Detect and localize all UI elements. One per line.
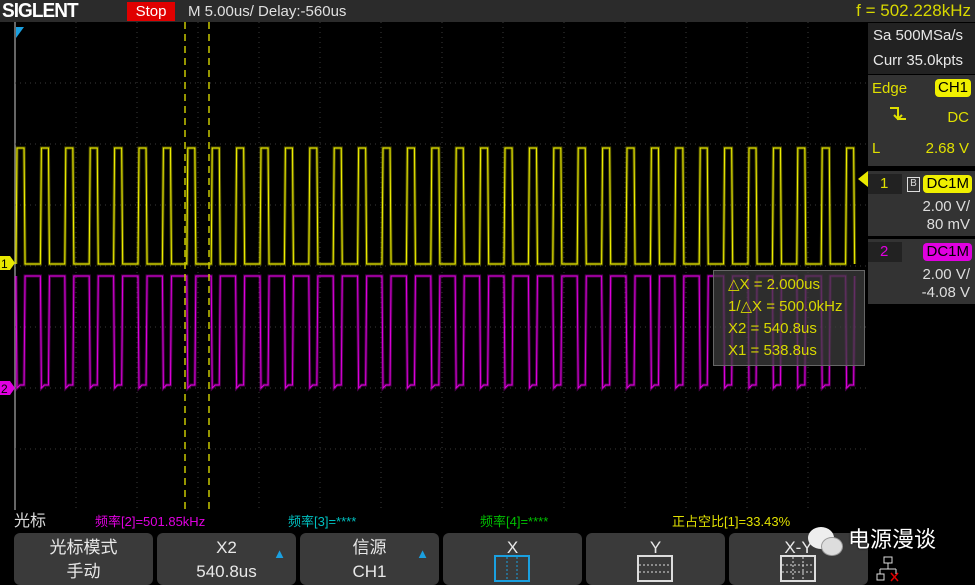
cursor-readout-box: △X = 2.000us 1/△X = 500.0kHz X2 = 540.8u…: [713, 270, 865, 366]
wechat-logo-icon: [808, 527, 848, 557]
memory-depth: Curr 35.0kpts: [873, 52, 964, 69]
bandwidth-limit-icon: B: [907, 177, 920, 192]
measure-freq2: 频率[2]=501.85kHz: [95, 514, 206, 529]
trigger-source-badge: CH1: [934, 79, 971, 97]
network-icon[interactable]: [876, 556, 900, 582]
ch1-waveform: [15, 147, 856, 265]
softkey-source[interactable]: 信源 CH1 ▲: [300, 533, 439, 585]
ch1-scale: 2.00 V/: [922, 198, 970, 215]
ch2-offset: -4.08 V: [921, 284, 970, 301]
ch1-offset: 80 mV: [926, 216, 970, 233]
falling-edge-icon: [890, 107, 906, 121]
inverse-delta-x: 1/△X = 500.0kHz: [728, 298, 843, 315]
trigger-coupling: DC: [947, 109, 969, 126]
timebase-readout[interactable]: M 5.00us/ Delay:-560us: [188, 2, 346, 21]
ch2-level-marker[interactable]: 2: [0, 381, 15, 396]
svg-text:1: 1: [1, 257, 8, 271]
trigger-type: Edge: [872, 80, 908, 97]
trigger-panel[interactable]: Edge CH1 DC L 2.68 V: [868, 74, 975, 166]
delta-x: △X = 2.000us: [728, 276, 821, 293]
trigger-level-marker[interactable]: [858, 171, 868, 187]
measure-freq3: 频率[3]=****: [288, 514, 357, 529]
adjust-arrow-icon: ▲: [416, 546, 429, 561]
ch2-panel[interactable]: 2 DC1M 2.00 V/ -4.08 V: [868, 238, 975, 304]
ch2-scale: 2.00 V/: [922, 266, 970, 283]
softkey-value: 540.8us: [196, 562, 257, 581]
softkey-value: CH1: [352, 562, 387, 581]
x2-value: X2 = 540.8us: [728, 320, 817, 337]
softkey-x2[interactable]: X2 540.8us ▲: [157, 533, 296, 585]
cursor-menu-label: 光标: [14, 513, 47, 530]
measure-freq4: 频率[4]=****: [480, 514, 549, 529]
sample-rate: Sa 500MSa/s: [873, 27, 964, 44]
siglent-logo: SIGLENT: [2, 0, 79, 22]
watermark-text: 电源漫谈: [848, 527, 937, 552]
graticule: [14, 22, 868, 510]
frequency-counter: f = 502.228kHz: [856, 1, 971, 20]
softkey-value: 手动: [66, 562, 101, 581]
ch2-number: 2: [880, 243, 889, 260]
run-stop-status[interactable]: Stop: [127, 2, 175, 21]
trigger-level-label: L: [872, 140, 881, 157]
ch1-waveform: [14, 146, 857, 266]
softkey-y[interactable]: Y: [586, 533, 725, 585]
x-cursor-icon: [494, 555, 530, 582]
xy-cursor-icon: [780, 555, 816, 582]
x1-value: X1 = 538.8us: [728, 342, 817, 359]
y-cursor-icon: [637, 555, 673, 582]
ch2-coupling-badge: DC1M: [923, 243, 972, 261]
acquisition-panel[interactable]: Sa 500MSa/s Curr 35.0kpts: [868, 22, 975, 74]
adjust-arrow-icon: ▲: [273, 546, 286, 561]
trigger-level: 2.68 V: [925, 140, 969, 157]
ch1-coupling-badge: DC1M: [923, 175, 972, 193]
trigger-position-marker[interactable]: [16, 27, 24, 38]
ch1-panel[interactable]: 1 B DC1M 2.00 V/ 80 mV: [868, 170, 975, 236]
svg-text:2: 2: [1, 382, 8, 396]
softkey-cursor-mode[interactable]: 光标模式 手动: [14, 533, 153, 585]
ch1-number: 1: [880, 175, 889, 192]
ch1-level-marker[interactable]: 1: [0, 256, 15, 271]
waveform-display[interactable]: 1 2: [0, 22, 868, 510]
top-bar: SIGLENT Stop M 5.00us/ Delay:-560us f = …: [0, 0, 975, 22]
softkey-label: 光标模式: [49, 538, 118, 557]
measure-duty1: 正占空比[1]=33.43%: [672, 514, 791, 529]
softkey-x[interactable]: X: [443, 533, 582, 585]
